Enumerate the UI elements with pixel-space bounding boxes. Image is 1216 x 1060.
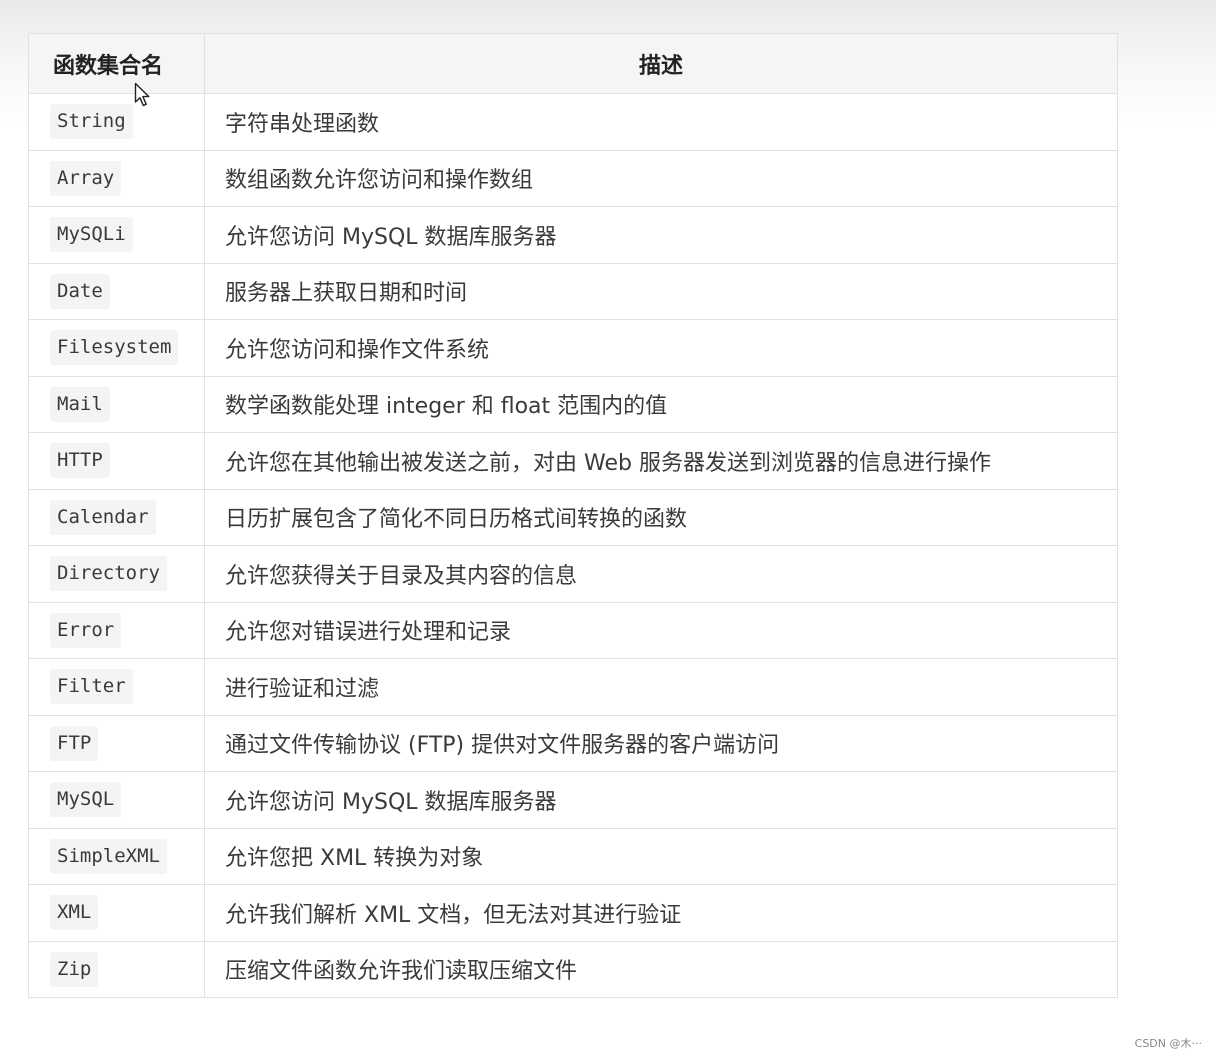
function-set-description: 数学函数能处理 integer 和 float 范围内的值 [204,375,1118,433]
table-row: FTP 通过文件传输协议 (FTP) 提供对文件服务器的客户端访问 [28,714,1118,772]
table-row: Filter 进行验证和过滤 [28,658,1118,716]
header-row: 函数集合名 描述 [28,33,1118,94]
function-set-description: 允许您把 XML 转换为对象 [204,827,1118,885]
function-set-name: HTTP [50,443,110,479]
table-row: Directory 允许您获得关于目录及其内容的信息 [28,545,1118,603]
function-set-name: Mail [50,386,110,422]
function-set-name-cell: HTTP [28,432,205,490]
function-set-name: MySQLi [50,217,133,253]
function-set-name-cell: Mail [28,375,205,433]
function-set-name-cell: Error [28,601,205,659]
table-body: String 字符串处理函数 Array 数组函数允许您访问和操作数组 MySQLi 允许… [28,93,1118,998]
function-set-name-cell: Filter [28,658,205,716]
table-row: Zip 压缩文件函数允许我们读取压缩文件 [28,940,1118,998]
function-set-name: Filesystem [50,330,179,366]
function-set-description: 通过文件传输协议 (FTP) 提供对文件服务器的客户端访问 [204,714,1118,772]
table-row: Array 数组函数允许您访问和操作数组 [28,149,1118,207]
function-set-name: MySQL [50,782,122,818]
table-row: MySQLi 允许您访问 MySQL 数据库服务器 [28,206,1118,264]
function-set-description: 压缩文件函数允许我们读取压缩文件 [204,940,1118,998]
function-set-description: 允许您获得关于目录及其内容的信息 [204,545,1118,603]
table-row: Error 允许您对错误进行处理和记录 [28,601,1118,659]
function-set-description: 允许您访问 MySQL 数据库服务器 [204,771,1118,829]
table-row: MySQL 允许您访问 MySQL 数据库服务器 [28,771,1118,829]
function-set-description: 允许您访问和操作文件系统 [204,319,1118,377]
function-set-name-cell: FTP [28,714,205,772]
table-row: XML 允许我们解析 XML 文档，但无法对其进行验证 [28,884,1118,942]
table-row: HTTP 允许您在其他输出被发送之前，对由 Web 服务器发送到浏览器的信息进行操… [28,432,1118,490]
function-set-name-cell: Calendar [28,488,205,546]
function-set-name: XML [50,895,99,931]
function-set-name-cell: String [28,93,205,151]
table-row: Filesystem 允许您访问和操作文件系统 [28,319,1118,377]
function-set-name-cell: MySQLi [28,206,205,264]
function-set-name: SimpleXML [50,838,167,874]
function-set-name-cell: Date [28,262,205,320]
table-row: Date 服务器上获取日期和时间 [28,262,1118,320]
function-set-name: Date [50,273,110,309]
function-set-description: 数组函数允许您访问和操作数组 [204,149,1118,207]
function-set-description: 允许我们解析 XML 文档，但无法对其进行验证 [204,884,1118,942]
function-set-name-cell: XML [28,884,205,942]
function-set-name: FTP [50,725,99,761]
function-set-name: Calendar [50,499,156,535]
function-set-description: 字符串处理函数 [204,93,1118,151]
function-set-description: 允许您对错误进行处理和记录 [204,601,1118,659]
csdn-watermark: CSDN @木··· [1134,1037,1202,1050]
function-set-name: Zip [50,951,99,987]
function-set-name-cell: Filesystem [28,319,205,377]
function-set-name: Filter [50,669,133,705]
function-set-name-cell: Directory [28,545,205,603]
function-set-name: String [50,104,133,140]
function-set-name-cell: SimpleXML [28,827,205,885]
function-set-description: 允许您在其他输出被发送之前，对由 Web 服务器发送到浏览器的信息进行操作 [204,432,1118,490]
table-header: 函数集合名 描述 [28,33,1118,94]
function-set-name: Directory [50,556,167,592]
function-set-description: 服务器上获取日期和时间 [204,262,1118,320]
function-set-description: 日历扩展包含了简化不同日历格式间转换的函数 [204,488,1118,546]
table-row: Calendar 日历扩展包含了简化不同日历格式间转换的函数 [28,488,1118,546]
table-row: SimpleXML 允许您把 XML 转换为对象 [28,827,1118,885]
function-set-name: Array [50,160,122,196]
table-row: Mail 数学函数能处理 integer 和 float 范围内的值 [28,375,1118,433]
function-set-name-cell: Zip [28,940,205,998]
function-set-name-cell: Array [28,149,205,207]
header-function-set-name: 函数集合名 [28,33,205,94]
function-sets-table: 函数集合名 描述 String 字符串处理函数 Array 数组函数允许您访问和操作数… [28,33,1118,998]
header-description: 描述 [204,33,1118,94]
function-set-description: 允许您访问 MySQL 数据库服务器 [204,206,1118,264]
mouse-pointer-icon [134,82,150,107]
function-set-description: 进行验证和过滤 [204,658,1118,716]
table-row: String 字符串处理函数 [28,93,1118,151]
function-set-name: Error [50,612,122,648]
function-set-name-cell: MySQL [28,771,205,829]
